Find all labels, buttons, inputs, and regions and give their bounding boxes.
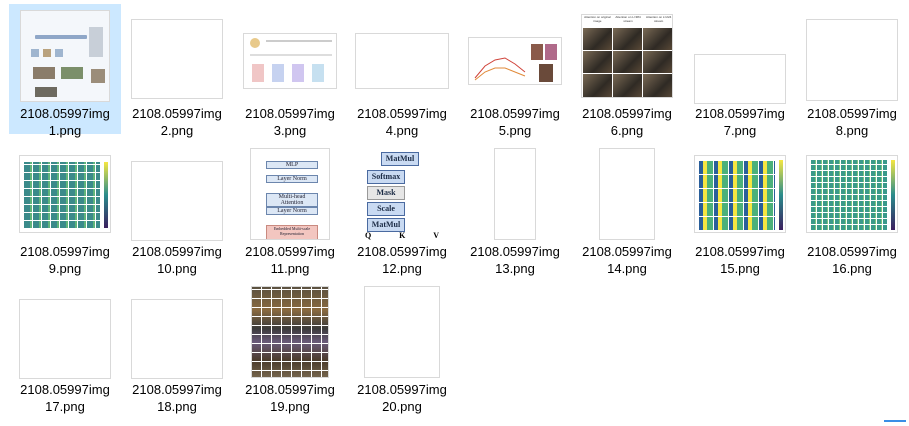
file-name: 2108.05997img 13.png	[470, 244, 560, 276]
file-item-9[interactable]: 2108.05997img 9.png	[9, 142, 121, 276]
file-item-1[interactable]: 2108.05997img 1.png	[9, 4, 121, 138]
file-name: 2108.05997img 15.png	[695, 244, 785, 276]
thumbnail-blank	[364, 286, 440, 378]
file-item-14[interactable]: 2108.05997img 14.png	[571, 142, 683, 276]
file-name: 2108.05997img 2.png	[132, 106, 222, 138]
thumbnail-blank	[19, 299, 111, 379]
file-grid: 2108.05997img 1.png 2108.05997img 2.png 21…	[0, 0, 909, 426]
file-name: 2108.05997img 7.png	[695, 106, 785, 138]
file-name: 2108.05997img 9.png	[20, 244, 110, 276]
file-name: 2108.05997img 10.png	[132, 244, 222, 276]
corner-accent	[884, 420, 906, 422]
file-name: 2108.05997img 16.png	[807, 244, 897, 276]
file-item-12[interactable]: MatMul Softmax Mask Scale MatMul QKV 210…	[346, 142, 458, 276]
file-item-11[interactable]: MLP Layer Norm Multi-head Attention Laye…	[234, 142, 346, 276]
file-item-3[interactable]: 2108.05997img 3.png	[234, 4, 346, 138]
file-name: 2108.05997img 19.png	[245, 382, 335, 414]
file-item-13[interactable]: 2108.05997img 13.png	[459, 142, 571, 276]
file-item-5[interactable]: 2108.05997img 5.png	[459, 4, 571, 138]
file-item-6[interactable]: Attention on original image Attention on…	[571, 4, 683, 138]
thumbnail-blank	[599, 148, 655, 240]
file-name: 2108.05997img 20.png	[357, 382, 447, 414]
thumbnail-blank	[806, 19, 898, 101]
file-item-17[interactable]: 2108.05997img 17.png	[9, 280, 121, 414]
thumbnail-blank	[131, 161, 223, 241]
thumbnail-blank	[494, 148, 536, 240]
file-name: 2108.05997img 11.png	[245, 244, 335, 276]
file-name: 2108.05997img 5.png	[470, 106, 560, 138]
thumbnail-heatmap-grid	[19, 155, 111, 233]
thumbnail-blank	[694, 54, 786, 104]
thumbnail-heatmap-grid	[694, 155, 786, 233]
file-name: 2108.05997img 18.png	[132, 382, 222, 414]
file-item-10[interactable]: 2108.05997img 10.png	[121, 142, 233, 276]
file-item-7[interactable]: 2108.05997img 7.png	[684, 4, 796, 138]
thumbnail-diagram	[20, 10, 110, 102]
thumbnail-photo-grid: Attention on original image Attention on…	[581, 14, 673, 98]
thumbnail-plot	[468, 37, 562, 85]
thumbnail-heatmap-grid	[806, 155, 898, 233]
file-name: 2108.05997img 8.png	[807, 106, 897, 138]
file-name: 2108.05997img 12.png	[357, 244, 447, 276]
file-item-19[interactable]: 2108.05997img 19.png	[234, 280, 346, 414]
file-item-16[interactable]: 2108.05997img 16.png	[796, 142, 908, 276]
thumbnail-paper-figure	[243, 33, 337, 89]
file-item-15[interactable]: 2108.05997img 15.png	[684, 142, 796, 276]
thumbnail-blank	[355, 33, 449, 89]
thumbnail-transformer-block: MLP Layer Norm Multi-head Attention Laye…	[250, 148, 330, 240]
file-item-20[interactable]: 2108.05997img 20.png	[346, 280, 458, 414]
file-name: 2108.05997img 6.png	[582, 106, 672, 138]
file-item-8[interactable]: 2108.05997img 8.png	[796, 4, 908, 138]
file-item-18[interactable]: 2108.05997img 18.png	[121, 280, 233, 414]
file-item-2[interactable]: 2108.05997img 2.png	[121, 4, 233, 138]
thumbnail-image-collage	[251, 286, 329, 378]
file-name: 2108.05997img 3.png	[245, 106, 335, 138]
thumbnail-blank	[131, 19, 223, 99]
thumbnail-blank	[131, 299, 223, 379]
file-name: 2108.05997img 1.png	[20, 106, 110, 138]
thumbnail-attention-block: MatMul Softmax Mask Scale MatMul QKV	[363, 148, 441, 240]
file-name: 2108.05997img 4.png	[357, 106, 447, 138]
file-name: 2108.05997img 14.png	[582, 244, 672, 276]
file-name: 2108.05997img 17.png	[20, 382, 110, 414]
file-item-4[interactable]: 2108.05997img 4.png	[346, 4, 458, 138]
